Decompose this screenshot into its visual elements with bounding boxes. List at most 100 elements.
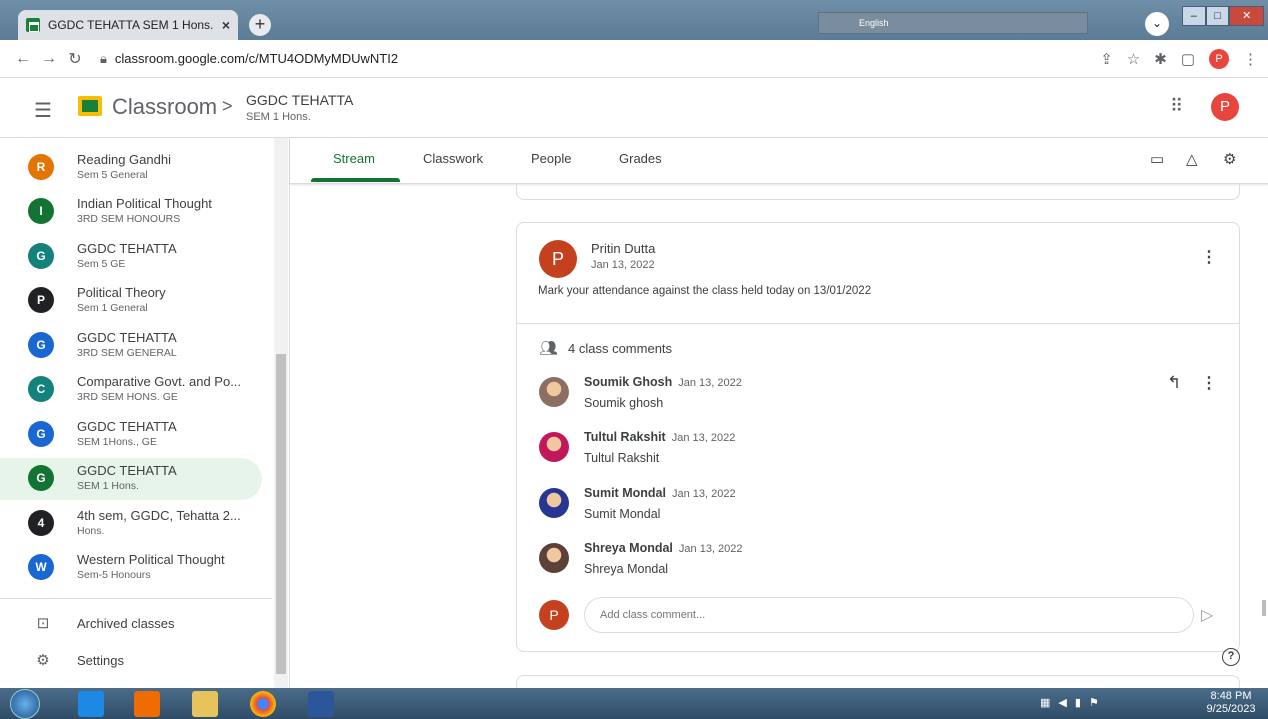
class-section: SEM 1Hons., GE [77,436,157,448]
bookmark-star-icon[interactable]: ☆ [1127,50,1140,68]
chrome-icon[interactable] [250,691,276,717]
tab-grades[interactable]: Grades [619,151,662,166]
calendar-icon[interactable]: ▭ [1150,150,1164,168]
back-icon[interactable]: ← [12,50,34,68]
class-name: Western Political Thought [77,552,225,567]
network-icon[interactable]: ▦ [1040,696,1050,709]
sidebar-item-class[interactable]: P Political Theory Sem 1 General [0,280,262,322]
sidebar-scroll-thumb[interactable] [276,354,286,674]
class-section: Hons. [77,525,105,537]
media-player-icon[interactable] [134,691,160,717]
help-icon[interactable]: ? [1222,648,1240,666]
sidebar-item-class[interactable]: R Reading Gandhi Sem 5 General [0,147,262,189]
class-name: Political Theory [77,285,166,300]
sidebar-item-class[interactable]: G GGDC TEHATTA SEM 1 Hons. [0,458,262,500]
google-apps-icon[interactable]: ⠿ [1170,96,1183,117]
commenter-avatar[interactable] [539,432,569,462]
extensions-icon[interactable]: ✱ [1154,50,1167,68]
author-avatar[interactable]: P [539,240,577,278]
add-comment-input[interactable] [584,597,1194,633]
commenter-name: Soumik Ghosh [584,375,673,389]
sidebar-item-settings[interactable]: ⚙ Settings [0,643,272,679]
class-avatar: W [28,554,54,580]
taskbar-clock[interactable]: 8:48 PM 9/25/2023 [1200,690,1262,716]
post-text: Mark your attendance against the class h… [538,285,872,297]
tab-close-icon[interactable]: × [222,17,230,33]
tab-search-chevron-icon[interactable]: ⌄ [1145,12,1169,36]
commenter-avatar[interactable] [539,377,569,407]
sidebar: R Reading Gandhi Sem 5 General I Indian Poli… [0,138,290,688]
window-close-icon[interactable]: ✕ [1229,6,1265,26]
app-title[interactable]: Classroom [112,94,217,120]
account-avatar[interactable]: P [1211,93,1239,121]
side-panel-icon[interactable]: ▢ [1181,50,1195,68]
language-bar[interactable]: English [818,12,1088,34]
class-name: GGDC TEHATTA [77,419,177,434]
commenter-avatar[interactable] [539,488,569,518]
maximize-icon[interactable]: □ [1205,6,1230,26]
browser-tab[interactable]: GGDC TEHATTA SEM 1 Hons. × [18,10,238,40]
new-tab-button[interactable]: + [249,14,271,36]
comment-more-options-icon[interactable]: ⋮ [1201,373,1217,393]
url-field[interactable]: 🔒︎ classroom.google.com/c/MTU4ODMyMDUwNTI… [100,51,398,67]
system-tray: ▦ ◀ ▮ ⚑ [1040,696,1099,709]
tab-people[interactable]: People [531,151,571,166]
class-name: GGDC TEHATTA [77,241,177,256]
classroom-logo-icon[interactable] [78,96,102,116]
signal-icon[interactable]: ▮ [1075,696,1081,709]
comment-item: Tultul Rakshit Jan 13, 2022 Tultul Rakshit [539,430,1219,480]
main-scrollbar[interactable] [1262,600,1266,616]
start-button[interactable] [10,689,40,719]
class-section: 3RD SEM GENERAL [77,347,177,359]
tab-classwork[interactable]: Classwork [423,151,483,166]
class-name: 4th sem, GGDC, Tehatta 2... [77,508,241,523]
app-header: ☰ Classroom > GGDC TEHATTA SEM 1 Hons. ⠿… [0,78,1268,138]
sidebar-item-class[interactable]: G GGDC TEHATTA Sem 5 GE [0,236,262,278]
class-section: Sem 1 General [77,302,148,314]
class-avatar: C [28,376,54,402]
sidebar-item-class[interactable]: I Indian Political Thought 3RD SEM HONOURS [0,191,262,233]
sidebar-item-class[interactable]: G GGDC TEHATTA 3RD SEM GENERAL [0,325,262,367]
file-explorer-icon[interactable] [192,691,218,717]
sidebar-item-archived[interactable]: ⊡ Archived classes [0,606,272,642]
flag-icon[interactable]: ⚑ [1089,696,1099,709]
internet-explorer-icon[interactable] [78,691,104,717]
archived-label: Archived classes [77,616,175,631]
forward-icon[interactable]: → [38,50,60,68]
course-section: SEM 1 Hons. [246,111,311,123]
minimize-icon[interactable]: – [1182,6,1206,26]
sidebar-item-class[interactable]: G GGDC TEHATTA SEM 1Hons., GE [0,414,262,456]
browser-menu-icon[interactable]: ⋮ [1243,50,1258,68]
comment-text: Soumik ghosh [584,396,664,410]
class-section: 3RD SEM HONOURS [77,213,181,225]
course-tabs: Stream Classwork People Grades ▭ △ ⚙ [290,138,1268,184]
sidebar-item-class[interactable]: 4 4th sem, GGDC, Tehatta 2... Hons. [0,503,262,545]
send-icon[interactable]: ▷ [1201,605,1213,625]
class-section: Sem 5 GE [77,258,126,270]
settings-gear-icon[interactable]: ⚙ [1223,150,1236,168]
main-menu-icon[interactable]: ☰ [34,98,52,123]
sidebar-item-class[interactable]: C Comparative Govt. and Po... 3RD SEM HONS… [0,369,262,411]
reply-icon[interactable]: ↰ [1167,373,1181,393]
post-more-options-icon[interactable]: ⋮ [1201,247,1217,267]
share-icon[interactable]: ⇪ [1100,50,1113,68]
commenter-avatar[interactable] [539,543,569,573]
my-avatar: P [539,600,569,630]
post-author: Pritin Dutta [591,241,656,256]
profile-avatar[interactable]: P [1209,49,1229,69]
class-comments-count[interactable]: 4 class comments [568,341,672,356]
tab-stream[interactable]: Stream [333,151,375,166]
commenter-name: Shreya Mondal [584,541,673,555]
drive-icon[interactable]: △ [1186,150,1198,168]
class-name: GGDC TEHATTA [77,463,177,478]
volume-icon[interactable]: ◀ [1058,696,1066,709]
sidebar-item-class[interactable]: W Western Political Thought Sem-5 Honours [0,547,262,589]
course-title[interactable]: GGDC TEHATTA [246,92,353,108]
browser-tab-strip: GGDC TEHATTA SEM 1 Hons. × + English ⌄ –… [0,0,1268,40]
commenter-name-line: Sumit Mondal Jan 13, 2022 [584,486,736,500]
class-name: Reading Gandhi [77,152,171,167]
word-icon[interactable] [308,691,334,717]
reload-icon[interactable]: ↻ [64,49,86,69]
class-section: Sem-5 Honours [77,569,151,581]
class-name: Comparative Govt. and Po... [77,374,242,389]
